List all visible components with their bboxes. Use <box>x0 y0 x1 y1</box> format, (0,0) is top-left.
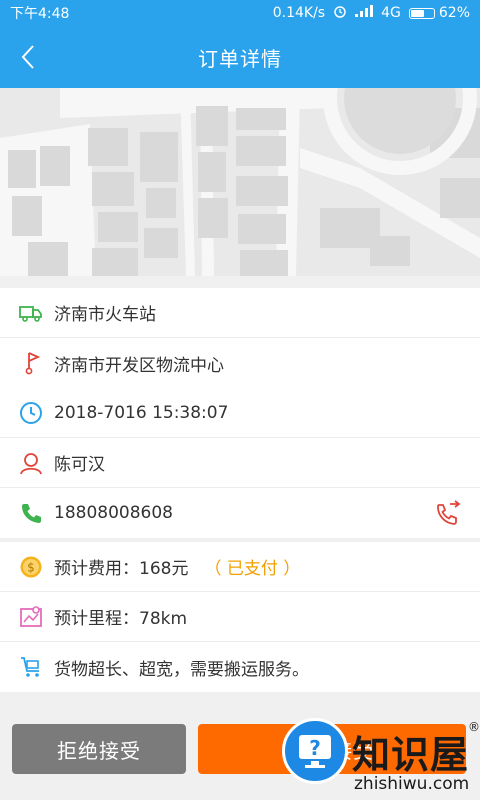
phone-row: 18808008608 <box>0 488 480 538</box>
truck-icon <box>18 300 44 326</box>
coin-icon: $ <box>18 554 44 580</box>
status-bar: 下午4:48 0.14K/s 4G 62% <box>0 0 480 26</box>
order-info-card: 2018-7016 15:38:07 陈可汉 18808008608 <box>0 388 480 538</box>
watermark-registered: ® <box>468 720 480 734</box>
contact-row: 陈可汉 <box>0 438 480 488</box>
phone-icon <box>18 500 44 526</box>
cost-row: $ 预计费用：168元 （ 已支付 ） <box>0 542 480 592</box>
clock-icon <box>18 400 44 426</box>
battery-percent: 62% <box>438 5 470 21</box>
watermark: ? 知识屋 ® zhishiwu.com <box>282 718 480 800</box>
call-out-icon[interactable] <box>434 500 462 528</box>
back-icon[interactable] <box>14 42 44 72</box>
route-from-row: 济南市火车站 <box>0 288 480 338</box>
map-route-icon <box>18 604 44 630</box>
battery-icon <box>408 7 435 19</box>
net-speed: 0.14K/s <box>272 5 326 21</box>
svg-text:?: ? <box>309 736 321 760</box>
route-to-row: 济南市开发区物流中心 <box>0 338 480 388</box>
contact-name: 陈可汉 <box>54 455 105 475</box>
note-row: 货物超长、超宽，需要搬运服务。 <box>0 642 480 692</box>
svg-text:$: $ <box>27 560 35 574</box>
status-time: 下午4:48 <box>10 6 70 22</box>
cargo-note: 货物超长、超宽，需要搬运服务。 <box>54 659 309 680</box>
phone-number: 18808008608 <box>54 503 173 523</box>
distance-row: 预计里程：78km <box>0 592 480 642</box>
order-datetime: 2018-7016 15:38:07 <box>54 402 229 423</box>
route-card: 济南市火车站 济南市开发区物流中心 <box>0 288 480 388</box>
network-type: 4G <box>381 5 401 21</box>
cart-icon <box>18 654 44 680</box>
watermark-brand: 知识屋 <box>352 733 470 777</box>
flag-icon <box>18 350 44 376</box>
route-to: 济南市开发区物流中心 <box>54 355 224 376</box>
distance-label: 预计里程：78km <box>54 609 188 629</box>
route-map[interactable] <box>0 88 480 276</box>
cost-card: $ 预计费用：168元 （ 已支付 ） 预计里程：78km 货物超长、超宽，需要… <box>0 542 480 692</box>
signal-icon <box>355 5 374 21</box>
reject-button[interactable]: 拒绝接受 <box>12 724 186 774</box>
nav-bar: 订单详情 <box>0 26 480 88</box>
paid-status: （ 已支付 ） <box>204 559 301 579</box>
person-icon <box>18 450 44 476</box>
datetime-row: 2018-7016 15:38:07 <box>0 388 480 438</box>
page-title: 订单详情 <box>198 46 282 71</box>
watermark-logo-icon: ? <box>282 718 348 784</box>
watermark-domain: zhishiwu.com <box>354 774 470 794</box>
alarm-icon <box>333 4 347 22</box>
route-from: 济南市火车站 <box>54 305 156 325</box>
battery-indicator: 62% <box>408 5 470 21</box>
cost-label: 预计费用：168元 <box>54 559 189 579</box>
